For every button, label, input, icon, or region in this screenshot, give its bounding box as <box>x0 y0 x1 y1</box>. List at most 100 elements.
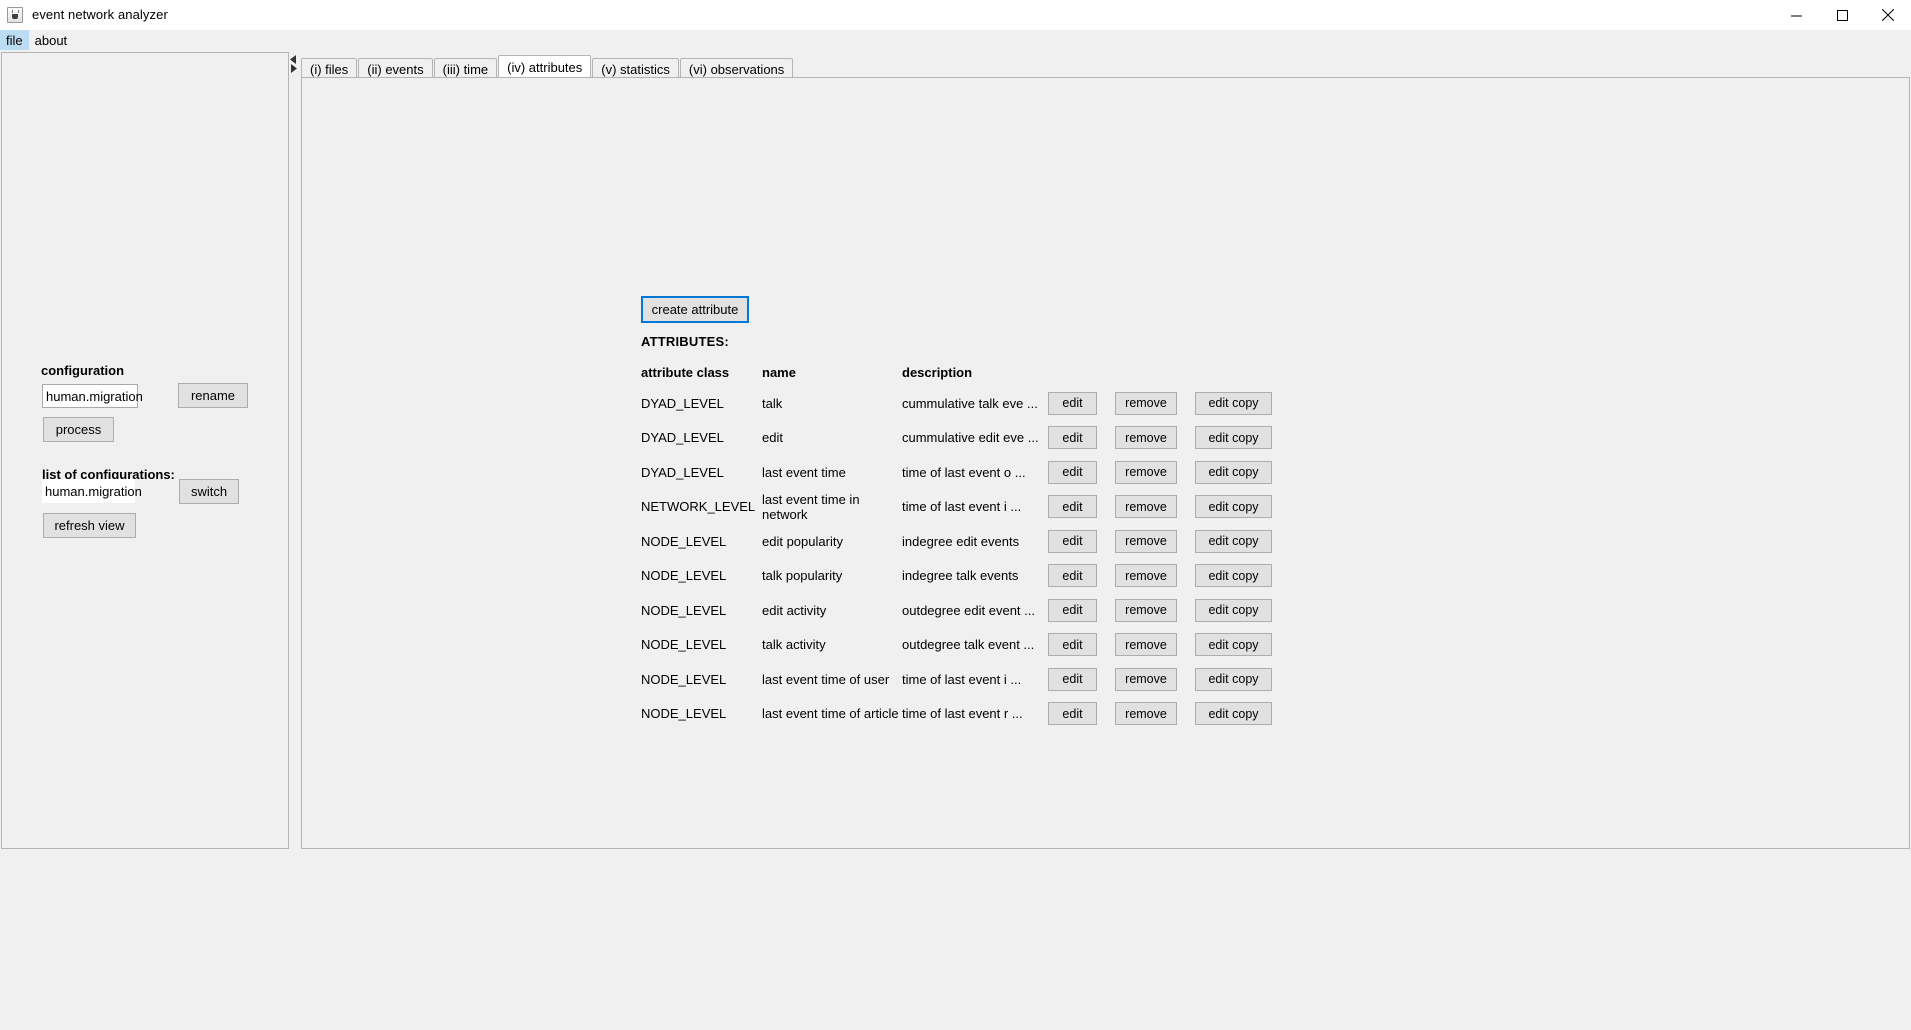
cell-attribute-class: NODE_LEVEL <box>641 568 762 583</box>
cell-attribute-class: DYAD_LEVEL <box>641 465 762 480</box>
window-controls <box>1773 0 1911 30</box>
refresh-view-button[interactable]: refresh view <box>43 513 136 538</box>
table-row: DYAD_LEVEL edit cummulative edit eve ...… <box>641 421 1290 456</box>
edit-copy-button[interactable]: edit copy <box>1195 668 1272 691</box>
remove-button[interactable]: remove <box>1115 461 1177 484</box>
table-row: DYAD_LEVEL talk cummulative talk eve ...… <box>641 386 1290 421</box>
row-actions: edit remove edit copy <box>1048 426 1290 449</box>
cell-name: talk activity <box>762 637 902 652</box>
column-header-name: name <box>762 365 902 380</box>
configuration-list-item[interactable]: human.migration <box>42 479 135 503</box>
edit-copy-button[interactable]: edit copy <box>1195 461 1272 484</box>
tab-events[interactable]: (ii) events <box>358 58 432 79</box>
java-coffee-cup-icon <box>7 7 23 23</box>
panel-splitter[interactable] <box>289 51 297 1030</box>
cell-attribute-class: DYAD_LEVEL <box>641 430 762 445</box>
edit-copy-button[interactable]: edit copy <box>1195 564 1272 587</box>
cell-description: time of last event i ... <box>902 499 1037 514</box>
cell-attribute-class: DYAD_LEVEL <box>641 396 762 411</box>
attributes-tab-content: create attribute ATTRIBUTES: attribute c… <box>301 77 1910 849</box>
configuration-input[interactable]: human.migration <box>42 384 138 408</box>
minimize-button[interactable] <box>1773 0 1819 30</box>
attributes-section-title: ATTRIBUTES: <box>641 334 729 349</box>
table-row: DYAD_LEVEL last event time time of last … <box>641 455 1290 490</box>
edit-button[interactable]: edit <box>1048 392 1097 415</box>
edit-button[interactable]: edit <box>1048 530 1097 553</box>
window-title: event network analyzer <box>32 7 168 22</box>
remove-button[interactable]: remove <box>1115 495 1177 518</box>
column-header-description: description <box>902 365 1037 380</box>
remove-button[interactable]: remove <box>1115 426 1177 449</box>
cell-name: edit <box>762 430 902 445</box>
content-panel: (i) files (ii) events (iii) time (iv) at… <box>297 52 1910 849</box>
sidebar-panel: configuration human.migration rename pro… <box>1 52 289 849</box>
row-actions: edit remove edit copy <box>1048 599 1290 622</box>
cell-description: indegree talk events <box>902 568 1037 583</box>
edit-button[interactable]: edit <box>1048 564 1097 587</box>
cell-name: talk <box>762 396 902 411</box>
row-actions: edit remove edit copy <box>1048 668 1290 691</box>
tab-observations[interactable]: (vi) observations <box>680 58 793 79</box>
edit-copy-button[interactable]: edit copy <box>1195 392 1272 415</box>
remove-button[interactable]: remove <box>1115 530 1177 553</box>
remove-button[interactable]: remove <box>1115 668 1177 691</box>
cell-description: cummulative edit eve ... <box>902 430 1037 445</box>
rename-button[interactable]: rename <box>178 383 248 408</box>
edit-button[interactable]: edit <box>1048 461 1097 484</box>
tab-files[interactable]: (i) files <box>301 58 357 79</box>
edit-copy-button[interactable]: edit copy <box>1195 633 1272 656</box>
edit-button[interactable]: edit <box>1048 668 1097 691</box>
edit-copy-button[interactable]: edit copy <box>1195 702 1272 725</box>
collapse-left-icon <box>290 55 297 64</box>
edit-button[interactable]: edit <box>1048 633 1097 656</box>
cell-name: edit popularity <box>762 534 902 549</box>
row-actions: edit remove edit copy <box>1048 495 1290 518</box>
remove-button[interactable]: remove <box>1115 599 1177 622</box>
tab-time[interactable]: (iii) time <box>434 58 498 79</box>
edit-button[interactable]: edit <box>1048 599 1097 622</box>
tab-attributes[interactable]: (iv) attributes <box>498 55 591 79</box>
edit-copy-button[interactable]: edit copy <box>1195 426 1272 449</box>
remove-button[interactable]: remove <box>1115 633 1177 656</box>
switch-button[interactable]: switch <box>179 479 239 504</box>
row-actions: edit remove edit copy <box>1048 633 1290 656</box>
edit-copy-button[interactable]: edit copy <box>1195 495 1272 518</box>
edit-copy-button[interactable]: edit copy <box>1195 599 1272 622</box>
remove-button[interactable]: remove <box>1115 702 1177 725</box>
cell-name: last event time <box>762 465 902 480</box>
cell-name: last event time of user <box>762 672 902 687</box>
edit-copy-button[interactable]: edit copy <box>1195 530 1272 553</box>
row-actions: edit remove edit copy <box>1048 564 1290 587</box>
cell-description: time of last event o ... <box>902 465 1037 480</box>
edit-button[interactable]: edit <box>1048 495 1097 518</box>
table-row: NODE_LEVEL last event time of user time … <box>641 662 1290 697</box>
splitter-arrows[interactable] <box>289 52 297 76</box>
remove-button[interactable]: remove <box>1115 392 1177 415</box>
cell-attribute-class: NETWORK_LEVEL <box>641 499 762 514</box>
row-actions: edit remove edit copy <box>1048 461 1290 484</box>
table-row: NODE_LEVEL edit activity outdegree edit … <box>641 593 1290 628</box>
cell-name: edit activity <box>762 603 902 618</box>
process-button[interactable]: process <box>43 417 114 442</box>
cell-description: time of last event i ... <box>902 672 1037 687</box>
close-button[interactable] <box>1865 0 1911 30</box>
cell-attribute-class: NODE_LEVEL <box>641 637 762 652</box>
cell-description: time of last event r ... <box>902 706 1037 721</box>
table-row: NODE_LEVEL last event time of article ti… <box>641 697 1290 732</box>
tab-statistics[interactable]: (v) statistics <box>592 58 679 79</box>
cell-description: outdegree talk event ... <box>902 637 1037 652</box>
cell-attribute-class: NODE_LEVEL <box>641 534 762 549</box>
menu-item-file[interactable]: file <box>0 30 29 50</box>
cell-attribute-class: NODE_LEVEL <box>641 672 762 687</box>
edit-button[interactable]: edit <box>1048 426 1097 449</box>
main-area: configuration human.migration rename pro… <box>0 51 1911 1030</box>
menu-item-about[interactable]: about <box>29 30 74 50</box>
cell-description: cummulative talk eve ... <box>902 396 1037 411</box>
create-attribute-button[interactable]: create attribute <box>641 296 749 323</box>
remove-button[interactable]: remove <box>1115 564 1177 587</box>
title-bar: event network analyzer <box>0 0 1911 30</box>
cell-name: last event time in network <box>762 492 902 522</box>
table-row: NETWORK_LEVEL last event time in network… <box>641 490 1290 525</box>
maximize-button[interactable] <box>1819 0 1865 30</box>
edit-button[interactable]: edit <box>1048 702 1097 725</box>
